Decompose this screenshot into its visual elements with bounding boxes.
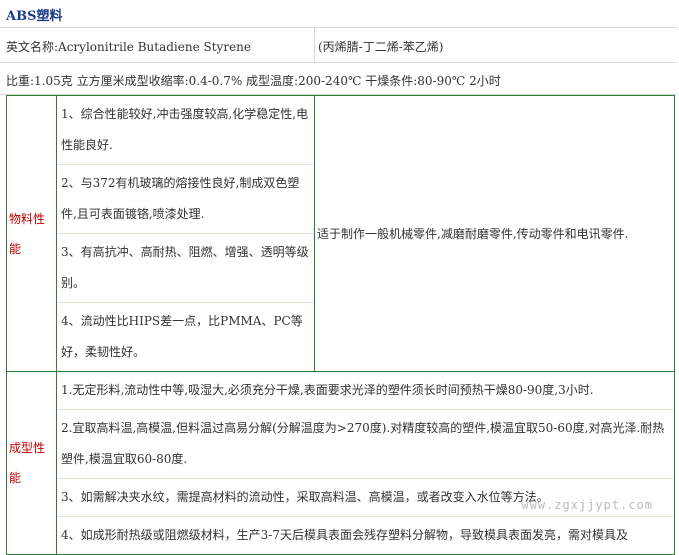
page-title: ABS塑料 [6,9,63,24]
section-label-line: 物料性 [9,211,46,226]
title-row: ABS塑料 [0,0,677,28]
watermark: www.zgxjjypt.com [521,498,653,512]
list-item: 2、与372有机玻璃的熔接性良好,制成双色塑件,且可表面镀铬,喷漆处理. [57,165,314,234]
section-label-line: 能 [9,241,22,256]
section-label: 物料性 能 [6,95,57,372]
properties-table: 物料性 能 1、综合性能较好,冲击强度较高,化学稳定性,电性能良好. 2、与37… [6,95,675,555]
list-item: 1、综合性能较好,冲击强度较高,化学稳定性,电性能良好. [57,96,314,165]
properties-row: 比重:1.05克 立方厘米成型收缩率:0.4-0.7% 成型温度:200-240… [0,62,677,95]
table-row: 成型性 能 1.无定形料,流动性中等,吸湿大,必须充分干燥,表面要求光泽的塑件须… [6,371,675,555]
list-item: 3、有高抗冲、高耐热、阻燃、增强、透明等级别。 [57,234,314,303]
properties-line: 比重:1.05克 立方厘米成型收缩率:0.4-0.7% 成型温度:200-240… [6,74,501,88]
section-items: 1、综合性能较好,冲击强度较高,化学稳定性,电性能良好. 2、与372有机玻璃的… [56,95,315,372]
list-item: 1.无定形料,流动性中等,吸湿大,必须充分干燥,表面要求光泽的塑件须长时间预热干… [57,372,674,410]
list-item: 4、流动性比HIPS差一点，比PMMA、PC等好，柔韧性好。 [61,314,303,359]
chinese-name: (丙烯腈-丁二烯-苯乙烯) [318,40,444,54]
section-label-line: 成型性 [9,441,46,455]
name-divider [314,28,315,62]
english-name: 英文名称:Acrylonitrile Butadiene Styrene [6,40,252,54]
section-items: 1.无定形料,流动性中等,吸湿大,必须充分干燥,表面要求光泽的塑件须长时间预热干… [56,371,675,555]
table-row: 物料性 能 1、综合性能较好,冲击强度较高,化学稳定性,电性能良好. 2、与37… [6,95,675,372]
section-label: 成型性 能 [6,371,57,555]
section-label-line: 能 [9,471,22,485]
list-item: 2.宜取高料温,高模温,但料温过高易分解(分解温度为>270度).对精度较高的塑… [57,410,674,479]
section-description: 适于制作一般机械零件,减磨耐磨零件,传动零件和电讯零件. [314,95,675,372]
list-item: 4、如成形耐热级或阻燃级材料，生产3-7天后模具表面会残存塑料分解物，导致模具表… [61,528,628,542]
